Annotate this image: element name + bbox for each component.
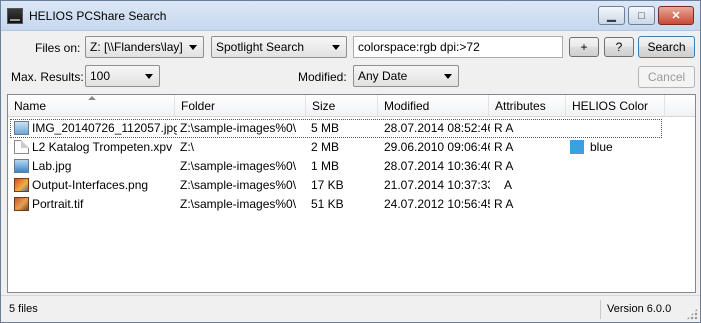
files-on-label: Files on: [35,41,81,55]
helios-app-icon [7,8,23,24]
column-header-label: Name [14,99,47,113]
file-count: 5 files [9,303,38,315]
cell-size: 2 MB [311,140,340,154]
cell-size: 5 MB [311,121,340,135]
cell-attributes: R A [494,197,514,211]
cell-folder: Z:\ [180,140,194,154]
add-criteria-button[interactable]: + [569,37,599,57]
cell-name: IMG_20140726_112057.jpg [32,121,177,135]
cell-attributes: R A [494,140,514,154]
cell-folder: Z:\sample-images%0\ [180,178,297,192]
cell-attributes: R A [494,121,514,135]
search-button[interactable]: Search [638,36,695,58]
column-header-size[interactable]: Size [306,95,378,117]
results-header: Name Folder Size Modified Attributes HEL… [8,95,695,117]
column-header-modified[interactable]: Modified [378,95,489,117]
table-row[interactable]: IMG_20140726_112057.jpg Z:\sample-images… [10,119,662,138]
cell-modified: 21.07.2014 10:37:33 [384,178,490,192]
table-row[interactable]: Output-Interfaces.png Z:\sample-images%0… [8,176,695,195]
maximize-button[interactable]: □ [628,6,655,25]
modified-value: Any Date [358,69,408,83]
cancel-button[interactable]: Cancel [638,66,695,88]
close-button[interactable]: ✕ [658,6,694,25]
table-row[interactable]: Portrait.tif Z:\sample-images%0\ 51 KB 2… [8,195,695,214]
document-icon [14,140,29,154]
files-on-value: Z: [\\Flanders\lay] [90,40,183,54]
minimize-button[interactable]: ▁ [598,6,625,25]
cell-folder: Z:\sample-images%0\ [180,159,297,173]
table-row[interactable]: Lab.jpg Z:\sample-images%0\ 1 MB 28.07.2… [8,157,695,176]
cell-folder: Z:\sample-images%0\ [180,121,297,135]
cell-name: L2 Katalog Trompeten.xpv [32,140,173,154]
chevron-down-icon [332,45,340,50]
cell-modified: 28.07.2014 10:36:40 [384,159,490,173]
cell-attributes: A [504,178,513,192]
status-bar: 5 files Version 6.0.0 [1,295,700,322]
cell-folder: Z:\sample-images%0\ [180,197,297,211]
results-list[interactable]: Name Folder Size Modified Attributes HEL… [7,94,696,293]
window-title: HELIOS PCShare Search [29,9,167,23]
search-type-select[interactable]: Spotlight Search [211,36,347,58]
cell-attributes: R A [494,159,514,173]
cell-modified: 29.06.2010 09:06:46 [384,140,490,154]
column-header-name[interactable]: Name [8,95,175,117]
maximize-icon: □ [638,9,645,22]
cell-helios-color: blue [590,140,613,154]
helios-color-swatch [570,140,584,154]
modified-label: Modified: [298,70,347,84]
files-on-select[interactable]: Z: [\\Flanders\lay] [85,36,204,58]
column-header-helios-color[interactable]: HELIOS Color [566,95,665,117]
title-bar[interactable]: HELIOS PCShare Search ▁ □ ✕ [1,1,700,31]
cell-name: Output-Interfaces.png [32,178,149,192]
png-image-icon [14,178,29,192]
pcshare-search-window: HELIOS PCShare Search ▁ □ ✕ Files on: Z:… [0,0,701,323]
max-results-label: Max. Results: [11,70,84,84]
cell-name: Lab.jpg [32,159,72,173]
cell-modified: 24.07.2012 10:56:45 [384,197,490,211]
tif-image-icon [14,197,29,211]
table-row[interactable]: L2 Katalog Trompeten.xpv Z:\ 2 MB 29.06.… [8,138,695,157]
max-results-value: 100 [90,69,111,83]
column-header-folder[interactable]: Folder [175,95,306,117]
max-results-select[interactable]: 100 [85,65,160,87]
help-button[interactable]: ? [604,37,634,57]
cell-name: Portrait.tif [32,197,84,211]
minimize-icon: ▁ [607,10,616,22]
column-header-attributes[interactable]: Attributes [489,95,566,117]
cell-size: 1 MB [311,159,340,173]
cell-size: 51 KB [311,197,344,211]
close-icon: ✕ [671,10,681,22]
search-query-input[interactable]: colorspace:rgb dpi:>72 [353,36,563,58]
chevron-down-icon [145,74,153,79]
resize-grip-icon[interactable] [686,308,698,320]
chevron-down-icon [189,45,197,50]
modified-select[interactable]: Any Date [353,65,459,87]
cell-size: 17 KB [311,178,344,192]
jpg-image-icon [14,121,29,135]
chevron-down-icon [444,74,452,79]
sort-ascending-icon [88,96,96,100]
status-divider [600,300,601,319]
jpg-image-icon [14,159,29,173]
cell-modified: 28.07.2014 08:52:46 [384,121,490,135]
search-type-value: Spotlight Search [216,40,305,54]
version-label: Version 6.0.0 [607,303,672,315]
